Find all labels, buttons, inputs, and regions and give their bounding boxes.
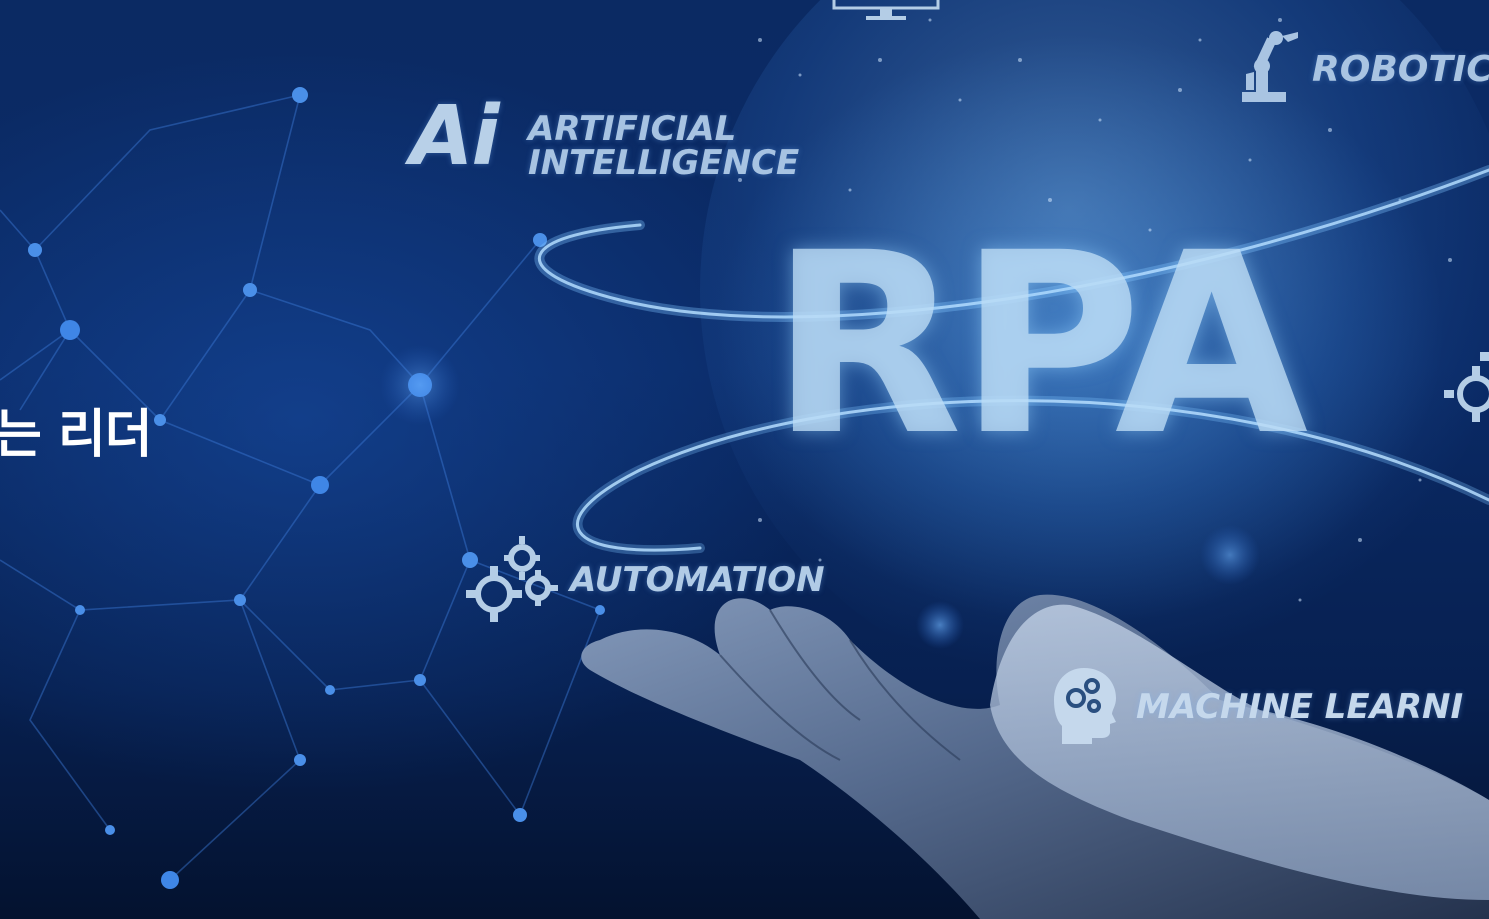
ai-logo-icon: Ai <box>410 89 500 184</box>
rpa-title: RPA <box>770 199 1308 490</box>
robotics-label: ROBOTIC <box>1312 49 1489 90</box>
gears-icon <box>466 536 558 622</box>
artificial-label: ARTIFICIAL <box>528 109 737 149</box>
gear-icon <box>1444 352 1489 422</box>
machine-learning-label: MACHINE LEARNI <box>1136 687 1464 727</box>
monitor-icon <box>832 0 940 20</box>
intelligence-label: INTELLIGENCE <box>528 143 800 183</box>
hero-banner: Ai ARTIFICIAL INTELLIGENCE RPA AUTOMATIO… <box>0 0 1489 919</box>
hero-heading: 는 리더 <box>0 405 153 465</box>
robot-arm-icon <box>1242 31 1298 102</box>
head-gears-icon <box>1054 668 1116 744</box>
automation-label: AUTOMATION <box>570 560 825 600</box>
